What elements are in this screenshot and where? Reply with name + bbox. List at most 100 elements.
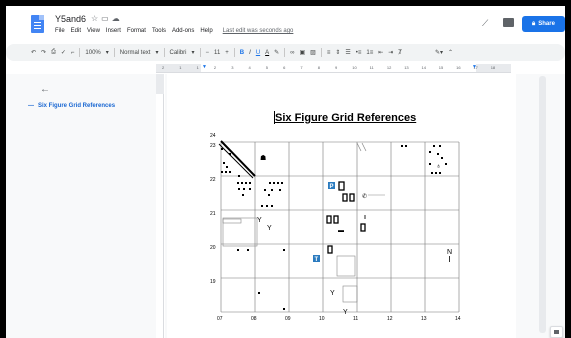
explore-button[interactable] — [550, 326, 563, 338]
numbered-list-icon[interactable]: 1≡ — [366, 50, 373, 56]
ruler-number: 12 — [386, 65, 392, 70]
easting-label: 11 — [353, 316, 358, 322]
easting-label: 12 — [387, 316, 393, 322]
right-indent-marker-icon[interactable]: ▼ — [472, 64, 477, 70]
menu-file[interactable]: File — [55, 28, 65, 34]
insert-comment-icon[interactable]: ▣ — [299, 49, 305, 56]
vertical-ruler[interactable] — [156, 74, 164, 338]
chevron-down-icon: ▾ — [191, 50, 195, 56]
share-button[interactable]: 🔒︎ Share — [522, 16, 565, 32]
ruler-number: 18 — [490, 65, 496, 70]
font-size-field[interactable]: 11 — [214, 50, 220, 56]
ruler-number: 4 — [248, 65, 251, 70]
picnic-site-icon: Y — [330, 290, 335, 297]
toolbar-divider — [163, 48, 165, 57]
menu-tools[interactable]: Tools — [152, 28, 166, 34]
phone-label: T — [315, 257, 319, 263]
menu-bar: File Edit View Insert Format Tools Add-o… — [55, 28, 293, 34]
redo-icon[interactable]: ↷ — [41, 49, 46, 56]
cloud-icon[interactable]: ☁ — [112, 14, 123, 23]
post-icon: ll — [364, 215, 366, 221]
northing-label: 21 — [210, 211, 216, 217]
menu-view[interactable]: View — [87, 28, 100, 34]
bullet-list-icon[interactable]: •≡ — [356, 50, 362, 56]
northing-label: 22 — [210, 177, 216, 183]
track-line — [356, 142, 362, 152]
bold-button[interactable]: B — [240, 50, 244, 56]
indent-marker-icon[interactable]: ▼ — [202, 64, 207, 70]
ruler-number: 6 — [283, 65, 286, 70]
menu-edit[interactable]: Edit — [71, 28, 81, 34]
road-line — [218, 143, 254, 179]
northing-label: 20 — [210, 245, 216, 251]
docs-logo-icon[interactable] — [31, 15, 44, 33]
toolbar-divider — [79, 48, 81, 57]
menu-insert[interactable]: Insert — [106, 28, 121, 34]
ruler-number: 8 — [317, 65, 320, 70]
formatting-toolbar: ↶ ↷ ⎙ ✓ ⌐ 100% ▾ Normal text ▾ Calibri ▾… — [6, 44, 565, 61]
toolbar-divider — [113, 48, 115, 57]
menu-addons[interactable]: Add-ons — [172, 28, 194, 34]
font-select[interactable]: Calibri — [170, 50, 187, 56]
easting-label: 08 — [251, 316, 257, 322]
chevron-down-icon: ▾ — [105, 50, 109, 56]
car-icon: ▬ — [338, 228, 344, 234]
ruler-number: 16 — [456, 65, 461, 70]
text-color-button[interactable]: A — [265, 50, 269, 56]
increase-size-icon[interactable]: + — [225, 50, 229, 56]
back-arrow-icon[interactable]: ← — [40, 84, 50, 95]
activity-icon[interactable]: ⟋ — [482, 18, 488, 29]
title-actions: ☆▭☁ — [91, 14, 123, 23]
grid-map: 07 08 09 10 11 12 13 14242322212019 ☗ ♁ … — [210, 133, 461, 322]
insert-image-icon[interactable]: ▨ — [310, 49, 316, 56]
zoom-select[interactable]: 100% — [85, 50, 100, 56]
spellcheck-icon[interactable]: ✓ — [61, 49, 66, 56]
northing-label: 23 — [210, 143, 216, 149]
easting-label: 10 — [319, 316, 325, 322]
easting-label: 07 — [217, 316, 223, 322]
horizontal-ruler[interactable]: 2 1 1 2 3 4 5 6 7 8 9 10 11 12 13 14 15 16 17 18 ▼ ▼ — [156, 64, 511, 73]
line-spacing-icon[interactable]: ⇕ — [335, 49, 340, 56]
toolbar-divider — [233, 48, 235, 57]
document-title[interactable]: Y5and6 — [55, 14, 86, 24]
checklist-icon[interactable]: ☰ — [345, 49, 350, 56]
highlight-icon[interactable]: ✎ — [274, 49, 279, 56]
underline-button[interactable]: U — [256, 50, 260, 56]
vertical-scrollbar[interactable] — [539, 76, 546, 333]
italic-button[interactable]: I — [249, 50, 251, 56]
ruler-numbers: 2 1 1 2 3 4 5 6 7 8 9 10 11 12 13 14 15 16 17 18 — [156, 65, 511, 73]
star-icon[interactable]: ☆ — [91, 14, 101, 23]
outline-item[interactable]: — Six Figure Grid References — [28, 103, 115, 109]
print-icon[interactable]: ⎙ — [51, 49, 56, 56]
picnic-site-icon: Y — [267, 225, 272, 232]
align-icon[interactable]: ≡ — [327, 50, 331, 56]
picnic-site-icon: Y — [343, 309, 348, 316]
easting-label: 09 — [285, 316, 291, 322]
ruler-number: 11 — [369, 65, 374, 70]
paint-format-icon[interactable]: ⌐ — [71, 50, 75, 56]
clear-format-icon[interactable]: Ⱦ — [398, 50, 402, 56]
editing-mode-icon[interactable]: ✎▾ — [435, 49, 443, 56]
chevron-down-icon: ▾ — [155, 50, 159, 56]
outline-dash-icon: — — [28, 103, 34, 109]
lock-icon: 🔒︎ — [532, 20, 536, 27]
windmill-icon: ♁ — [436, 163, 441, 170]
ruler-top-margin — [156, 74, 164, 94]
grid-labels: 07 08 09 10 11 12 13 14 24 23 22 21 20 19 — [210, 133, 461, 322]
last-edit-link[interactable]: Last edit was seconds ago — [223, 28, 294, 34]
menu-help[interactable]: Help — [200, 28, 212, 34]
indent-icon[interactable]: ⇥ — [388, 49, 393, 56]
road-line — [220, 140, 256, 177]
menu-format[interactable]: Format — [127, 28, 146, 34]
ruler-number: 5 — [265, 65, 269, 70]
style-select[interactable]: Normal text — [120, 50, 151, 56]
outdent-icon[interactable]: ⇤ — [378, 49, 383, 56]
comment-icon[interactable] — [503, 18, 514, 27]
decrease-size-icon[interactable]: − — [206, 50, 210, 56]
toolbar-divider — [199, 48, 201, 57]
collapse-toolbar-icon[interactable]: ⌃ — [448, 49, 453, 56]
link-icon[interactable]: ∞ — [290, 50, 294, 56]
undo-icon[interactable]: ↶ — [31, 49, 36, 56]
folder-icon[interactable]: ▭ — [101, 14, 112, 23]
document-page[interactable]: Six Figure Grid References 07 08 09 10 11 12 1… — [167, 74, 516, 338]
